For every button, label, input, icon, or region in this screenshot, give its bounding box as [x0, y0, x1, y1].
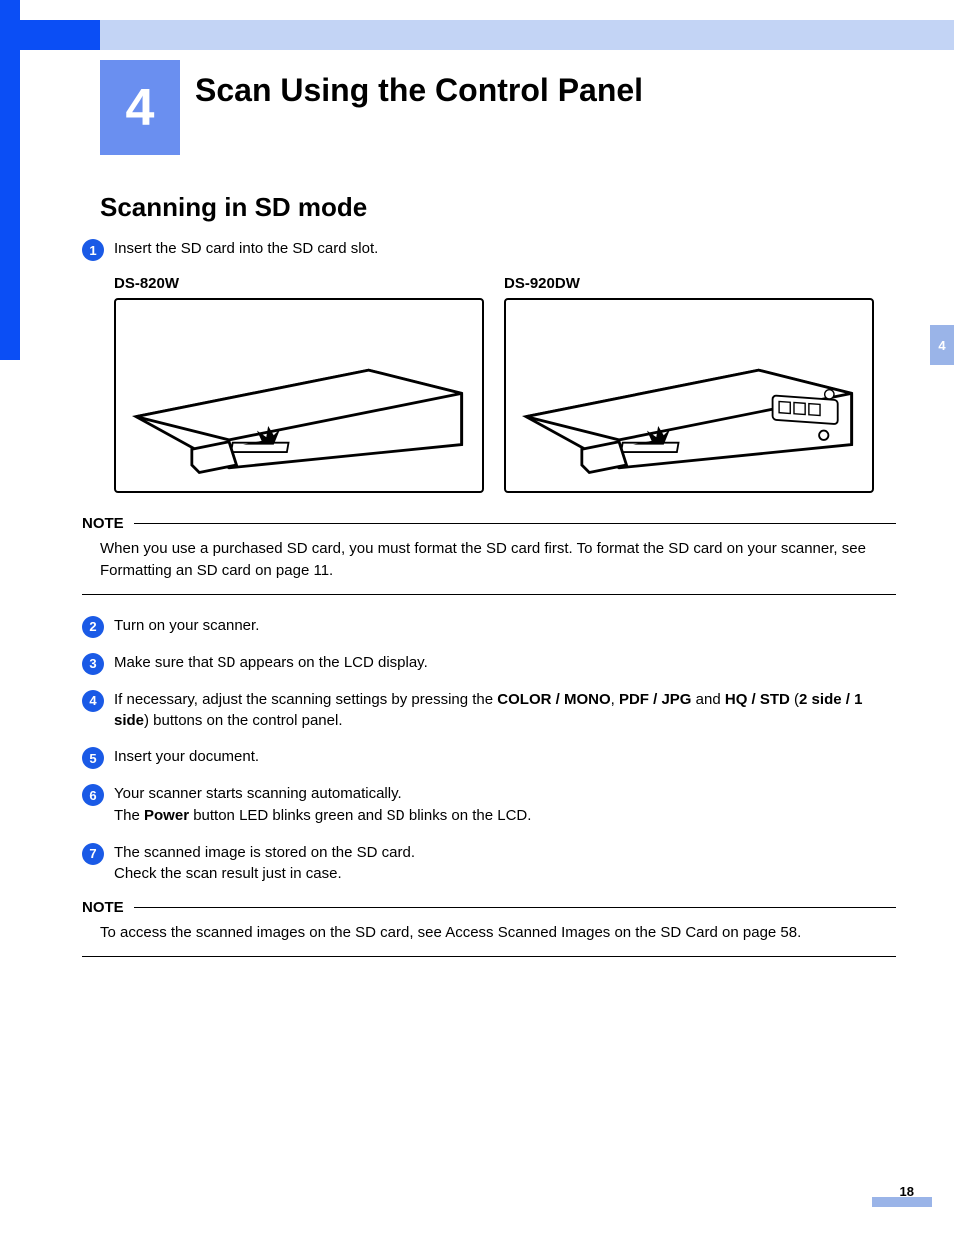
step-bullet: 1 [82, 239, 104, 261]
step-text: Your scanner starts scanning automatical… [114, 783, 531, 828]
note-text-pre: To access the scanned images on the SD c… [100, 924, 445, 941]
page-number: 18 [900, 1184, 914, 1199]
step-bullet: 4 [82, 690, 104, 712]
note-body: When you use a purchased SD card, you mu… [100, 538, 896, 590]
step-bullet: 7 [82, 843, 104, 865]
chapter-number-box: 4 [100, 60, 180, 155]
note-block-2: NOTE To access the scanned images on the… [82, 899, 896, 957]
text-code: SD [387, 808, 405, 825]
scanner-illustration-icon [125, 305, 473, 486]
text-pre: The [114, 807, 144, 824]
step-7: 7 The scanned image is stored on the SD … [82, 842, 896, 886]
step-3: 3 Make sure that SD appears on the LCD d… [82, 652, 896, 675]
note-rule-bottom [82, 956, 896, 957]
step-bullet: 2 [82, 616, 104, 638]
text-pre: If necessary, adjust the scanning settin… [114, 691, 497, 708]
text-open: ( [790, 691, 799, 708]
note-text-italic: Access Scanned Images on the SD Card [445, 924, 718, 941]
text-line2: Check the scan result just in case. [114, 865, 342, 882]
text-sep: and [691, 691, 724, 708]
step-4: 4 If necessary, adjust the scanning sett… [82, 689, 896, 733]
text-line1: Your scanner starts scanning automatical… [114, 785, 402, 802]
text-bold: PDF / JPG [619, 691, 692, 708]
chapter-title: Scan Using the Control Panel [195, 72, 643, 109]
figure-ds920dw [504, 298, 874, 493]
note-rule [134, 523, 896, 524]
text-pre: Make sure that [114, 654, 217, 671]
content-area: 1 Insert the SD card into the SD card sl… [82, 238, 896, 977]
text-mid: button LED blinks green and [189, 807, 387, 824]
note-text-pre: When you use a purchased SD card, you mu… [100, 540, 866, 557]
step-bullet: 3 [82, 653, 104, 675]
text-code: SD [217, 655, 235, 672]
section-side-tab: 4 [930, 325, 954, 365]
text-post: appears on the LCD display. [235, 654, 427, 671]
step-bullet: 5 [82, 747, 104, 769]
step-text: Insert the SD card into the SD card slot… [114, 238, 378, 260]
product-labels: DS-820W DS-920DW [114, 275, 896, 292]
section-title: Scanning in SD mode [100, 192, 367, 223]
text-bold: HQ / STD [725, 691, 790, 708]
note-label: NOTE [82, 899, 124, 916]
note-rule-bottom [82, 594, 896, 595]
step-bullet: 6 [82, 784, 104, 806]
step-text: Insert your document. [114, 746, 259, 768]
scanner-illustration-icon [515, 305, 863, 486]
note-text-italic: Formatting an SD card [100, 562, 251, 579]
step-text: If necessary, adjust the scanning settin… [114, 689, 896, 733]
product-left-label: DS-820W [114, 275, 504, 292]
figure-row [114, 298, 896, 493]
left-blue-strip [0, 0, 20, 360]
text-bold: Power [144, 807, 189, 824]
note-body: To access the scanned images on the SD c… [100, 922, 896, 952]
header-bar-light [0, 20, 954, 50]
step-text: Turn on your scanner. [114, 615, 259, 637]
text-sep: , [611, 691, 619, 708]
figure-ds820w [114, 298, 484, 493]
note-text-post: on page 11. [251, 562, 333, 579]
note-text-post: on page 58. [718, 924, 801, 941]
note-rule [134, 907, 896, 908]
page: 4 Scan Using the Control Panel Scanning … [0, 0, 954, 1235]
text-post: blinks on the LCD. [405, 807, 532, 824]
step-6: 6 Your scanner starts scanning automatic… [82, 783, 896, 828]
step-5: 5 Insert your document. [82, 746, 896, 769]
text-line1: The scanned image is stored on the SD ca… [114, 844, 415, 861]
step-text: The scanned image is stored on the SD ca… [114, 842, 415, 886]
note-label: NOTE [82, 515, 124, 532]
text-close: ) buttons on the control panel. [144, 712, 342, 729]
step-1: 1 Insert the SD card into the SD card sl… [82, 238, 896, 261]
header-bar-blue [0, 20, 100, 50]
text-bold: COLOR / MONO [497, 691, 610, 708]
note-block-1: NOTE When you use a purchased SD card, y… [82, 515, 896, 595]
step-2: 2 Turn on your scanner. [82, 615, 896, 638]
step-text: Make sure that SD appears on the LCD dis… [114, 652, 428, 675]
product-right-label: DS-920DW [504, 275, 580, 292]
